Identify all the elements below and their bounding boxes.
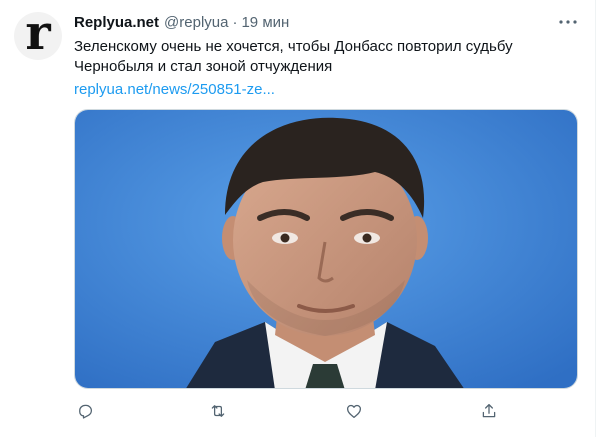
share-button[interactable]: [478, 400, 500, 422]
tweet-photo[interactable]: [74, 109, 578, 389]
author-display-name[interactable]: Replyua.net: [74, 14, 159, 31]
tweet-text: Зеленскому очень не хочется, чтобы Донба…: [74, 38, 513, 75]
more-icon: [559, 20, 577, 24]
tweet-link[interactable]: replyua.net/news/250851-ze...: [74, 80, 574, 100]
separator-dot: ·: [232, 13, 238, 31]
more-options-button[interactable]: [557, 12, 579, 32]
heart-icon: [346, 404, 362, 419]
tweet-timestamp[interactable]: 19 мин: [241, 14, 289, 31]
reply-icon: [79, 404, 93, 419]
like-button[interactable]: [343, 400, 365, 422]
author-handle[interactable]: @replyua: [164, 14, 228, 31]
retweet-icon: [211, 405, 225, 417]
avatar[interactable]: r: [14, 12, 62, 60]
photo-portrait: [75, 110, 577, 388]
avatar-logo-letter: r: [25, 12, 51, 60]
tweet-header: Replyua.net @replyua · 19 мин: [74, 12, 289, 32]
tweet-actions: [74, 400, 504, 422]
retweet-button[interactable]: [207, 400, 229, 422]
tweet[interactable]: r Replyua.net @replyua · 19 мин Зеленско…: [0, 0, 596, 437]
tweet-body: Зеленскому очень не хочется, чтобы Донба…: [74, 37, 574, 100]
reply-button[interactable]: [74, 400, 96, 422]
share-icon: [482, 403, 496, 418]
